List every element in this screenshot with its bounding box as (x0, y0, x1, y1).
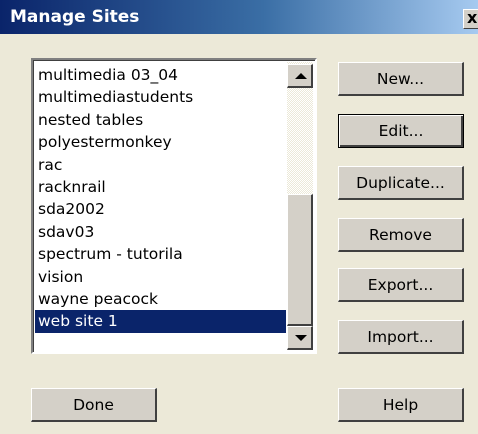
export-button[interactable]: Export... (338, 268, 464, 302)
site-list-item[interactable]: multimedia 03_04 (35, 64, 286, 86)
manage-sites-dialog: Manage Sites x multimedia 03_04 multimedi… (0, 0, 478, 434)
chevron-down-icon (295, 335, 307, 341)
remove-button[interactable]: Remove (338, 218, 464, 252)
site-list-item[interactable]: racknrail (35, 176, 286, 198)
site-list-item[interactable]: web site 1 (35, 310, 286, 333)
site-list-item[interactable]: sda2002 (35, 198, 286, 220)
title-bar[interactable]: Manage Sites x (0, 0, 478, 34)
site-list-item[interactable]: wayne peacock (35, 288, 286, 310)
scroll-up-button[interactable] (287, 64, 313, 88)
site-list-item[interactable]: spectrum - tutorila (35, 243, 286, 265)
site-list-item[interactable]: polyestermonkey (35, 131, 286, 153)
scroll-thumb[interactable] (287, 194, 313, 326)
dialog-title: Manage Sites (10, 7, 140, 27)
close-button[interactable]: x (463, 9, 478, 29)
duplicate-button[interactable]: Duplicate... (338, 166, 464, 200)
close-icon: x (467, 8, 478, 27)
sites-listbox[interactable]: multimedia 03_04 multimediastudents nested… (31, 58, 317, 354)
new-button[interactable]: New... (338, 62, 464, 96)
site-list-item[interactable]: sdav03 (35, 221, 286, 243)
help-button[interactable]: Help (338, 388, 464, 422)
site-list-item[interactable]: nested tables (35, 109, 286, 131)
site-list-item[interactable]: rac (35, 154, 286, 176)
sites-list: multimedia 03_04 multimediastudents nested… (35, 64, 286, 333)
edit-button[interactable]: Edit... (338, 114, 464, 148)
import-button[interactable]: Import... (338, 320, 464, 354)
list-scrollbar[interactable] (287, 62, 313, 350)
site-list-item[interactable]: vision (35, 266, 286, 288)
site-list-item[interactable]: multimediastudents (35, 86, 286, 108)
done-button[interactable]: Done (31, 388, 157, 422)
chevron-up-icon (295, 73, 307, 79)
scroll-down-button[interactable] (287, 326, 313, 350)
